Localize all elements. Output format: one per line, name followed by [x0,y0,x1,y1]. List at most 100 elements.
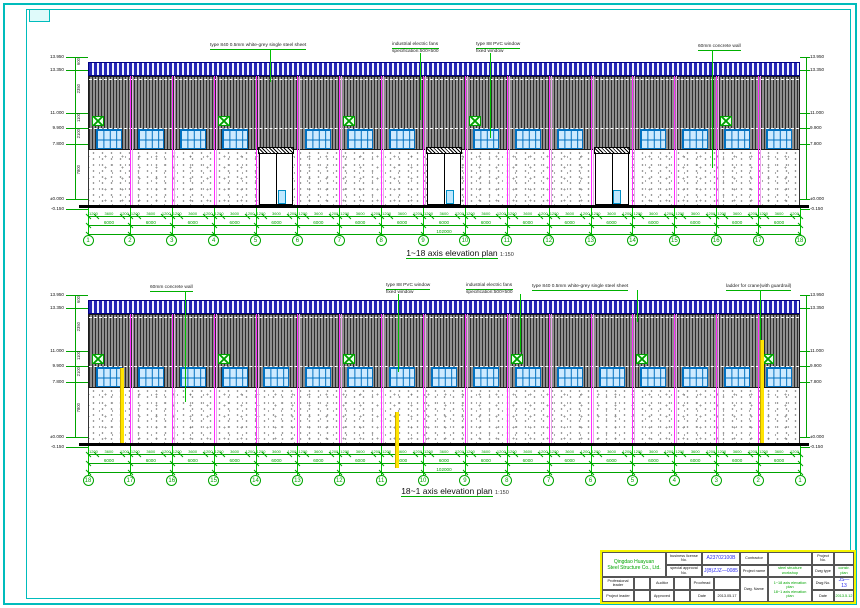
column-axis-line [591,76,592,205]
level-tick-right [800,199,810,200]
sub-dimension-labels: 120036001200 [88,211,130,216]
dimension-line [88,454,800,455]
sub-dim-value: 1200 [508,211,517,216]
annotation-line: ladder for crane(with guardrail) [726,284,791,291]
concrete-lower-wall [88,388,800,443]
annotation-line: 60mm concrete wall [150,285,193,292]
dimension-line [88,216,800,217]
side-dimension-value: 2350 [77,84,82,93]
bay-dimension-label: 6000 [507,458,549,464]
window [138,367,164,387]
level-tick-left [66,382,88,383]
column-axis-line-secondary [383,314,384,443]
side-dimension-value: 7800 [77,403,82,412]
bay-dimension-label: 6000 [674,458,716,464]
sub-dim-value: 1200 [162,449,171,454]
level-tick-right [800,295,810,296]
window [180,367,206,387]
bay-dimension-label: 6000 [549,458,591,464]
level-label-right: 11.000 [810,348,838,353]
annotation-line: type 88 PVC window [476,42,520,49]
annotation-leader-line [420,53,421,120]
sub-dim-value: 1200 [466,449,475,454]
window [347,367,373,387]
annotation-leader-line [760,290,761,340]
column-axis-line [716,314,717,443]
dwg-type-label: Dwg type [812,565,834,578]
sub-dimension-labels: 120036001200 [381,211,423,216]
contractor-value [768,552,812,565]
column-axis-line-secondary [634,76,635,205]
sub-dim-value: 1200 [717,449,726,454]
sub-dim-value: 1200 [162,211,171,216]
axis-bubble: 4 [669,475,680,486]
sub-dim-value: 3600 [691,449,700,454]
dwg-no-value: JS—13 [834,577,854,590]
axis-bubble: 18 [795,235,806,246]
side-dimension-value: 1100 [77,351,82,360]
sub-dim-value: 3600 [188,449,197,454]
column-axis-line [381,314,382,443]
sub-dim-value: 1200 [89,449,98,454]
annotation-leader-line [185,291,186,402]
annotation-line: 60mm concrete wall [698,44,741,51]
column-axis-line [130,314,131,443]
side-dimension-value: 2100 [77,367,82,376]
annotation-line: industrial electric fans [392,42,439,49]
dwg-no-label: Dwg No. [812,577,834,590]
column-axis-line-secondary [509,76,510,205]
sub-dimension-labels: 120036001200 [423,449,465,454]
side-dimension-value: 600 [77,58,82,65]
annotation-leader-line [490,53,491,138]
column-axis-line-secondary [634,314,635,443]
sub-dimension-labels: 120036001200 [549,449,591,454]
window [96,367,122,387]
sub-dim-value: 1200 [497,449,506,454]
sub-dim-value: 1200 [759,211,768,216]
level-label-right: ±0.000 [810,196,838,201]
window [724,129,750,149]
sub-dim-value: 1200 [759,449,768,454]
window [599,367,625,387]
level-label-right: -0.150 [810,206,838,211]
window [389,129,415,149]
column-axis-line-secondary [467,314,468,443]
column-axis-line [632,314,633,443]
axis-bubble: 5 [627,475,638,486]
exhaust-fan-icon [469,116,481,126]
axis-bubble: 1 [83,235,94,246]
door-leaf-line [444,153,445,204]
sub-dim-value: 3600 [649,211,658,216]
level-tick-right [800,351,810,352]
sub-dimension-labels: 120036001200 [297,211,339,216]
sub-dimension-labels: 120036001200 [758,211,800,216]
sub-dim-value: 1200 [329,211,338,216]
exhaust-fan-icon [218,116,230,126]
level-label-right: 9.900 [810,363,838,368]
sub-dim-value: 1200 [413,211,422,216]
sub-dim-value: 1200 [717,211,726,216]
annotation-line: type 88 PVC window [386,283,430,290]
level-tick-left [66,447,88,448]
sub-dimension-labels: 120036001200 [172,449,214,454]
sub-dim-value: 1200 [790,449,799,454]
column-axis-line-secondary [174,314,175,443]
level-label-left: 13.950 [36,292,64,297]
sub-dim-value: 1200 [424,211,433,216]
axis-bubble: 11 [376,475,387,486]
sub-dimension-labels: 120036001200 [465,449,507,454]
company-line2: Steel Structure Co., Ltd. [607,565,660,571]
sub-dim-value: 1200 [413,449,422,454]
annotation-line: specification:500×500 [392,49,439,55]
bay-dimension-label: 6000 [339,220,381,226]
bay-dimension-label: 6000 [423,458,465,464]
approved-sign [674,590,690,603]
sub-dim-value: 1200 [340,449,349,454]
axis-bubble: 12 [334,475,345,486]
sub-dim-value: 3600 [230,211,239,216]
approved-label: Approved [650,590,674,603]
date-value: 2013.5.12 [834,590,854,603]
total-dimension-label: 102000 [424,467,464,473]
window [96,129,122,149]
bay-dimension-label: 6000 [758,220,800,226]
